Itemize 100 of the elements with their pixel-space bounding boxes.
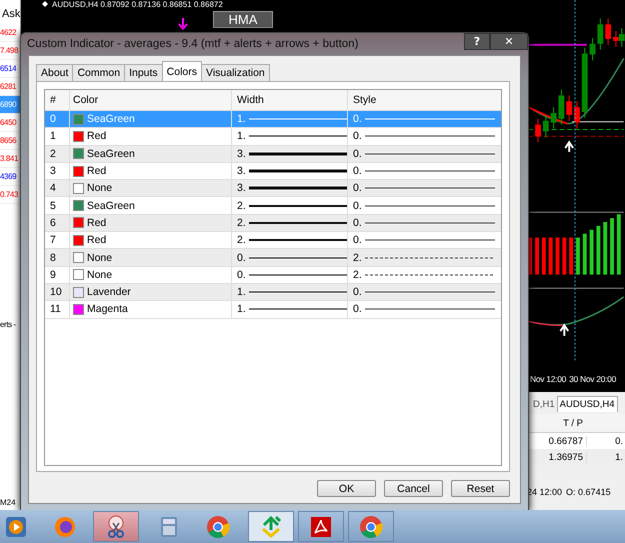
down-arrow-icon	[178, 18, 188, 30]
chart-tab[interactable]: AUDUSD,H4	[556, 396, 618, 412]
help-button[interactable]: ?	[464, 33, 490, 50]
style-value: 0.	[353, 113, 362, 126]
style-value: 2.	[353, 252, 362, 264]
width-value: 3.	[237, 148, 246, 160]
index-cell-text: 6	[49, 216, 57, 231]
panel-text: erts -	[0, 320, 16, 329]
style-value: 0.	[353, 216, 362, 229]
candle	[582, 47, 588, 118]
taskbar-button[interactable]	[348, 511, 394, 542]
taskbar-button[interactable]	[248, 511, 294, 542]
color-name: Red	[87, 130, 106, 142]
histogram-bar	[556, 238, 560, 275]
table-row[interactable]: 8 None 0. 2.	[45, 249, 501, 267]
up-arrow-icon	[559, 323, 570, 337]
histogram-bar	[582, 234, 587, 275]
table-row[interactable]: 6 Red 2. 0.	[45, 214, 501, 232]
index-cell-text: 5	[49, 198, 57, 214]
color-name: SeaGreen	[87, 113, 135, 126]
candle	[542, 114, 549, 138]
style-value: 0.	[353, 165, 362, 178]
width-value: 1.	[237, 113, 246, 126]
time-label: 30 Nov 20:00	[569, 374, 616, 384]
histogram-bar	[596, 226, 600, 275]
browser-icon[interactable]	[53, 515, 77, 539]
column-header: Width	[231, 90, 347, 110]
style-value: 0.	[353, 234, 362, 246]
histogram-bar	[548, 238, 553, 275]
table-cell-text: 1.36975	[548, 452, 584, 462]
width-value: 3.	[237, 182, 246, 194]
width-value: 2.	[237, 200, 246, 212]
style-value: 0.	[353, 286, 362, 298]
style-value: 0.	[353, 303, 362, 316]
chrome-icon	[359, 514, 383, 538]
candle	[597, 18, 604, 50]
candle	[535, 118, 541, 143]
color-name: None	[87, 252, 112, 264]
tab[interactable]: Common	[72, 64, 126, 81]
column-header: Style	[347, 90, 501, 110]
width-value: 0.	[237, 252, 246, 264]
tab[interactable]: Visualization	[201, 64, 270, 81]
index-cell-text: 0	[49, 112, 57, 128]
media-player-icon[interactable]	[4, 515, 28, 539]
color-name: Lavender	[87, 286, 131, 298]
color-name: SeaGreen	[87, 148, 135, 160]
hma-button[interactable]: HMA	[213, 11, 273, 28]
width-value: 0.	[237, 268, 246, 281]
time-label: Nov 12:00	[530, 374, 566, 384]
trading-app-icon	[259, 514, 283, 538]
up-arrow-icon	[564, 140, 574, 153]
histogram-bar	[542, 238, 546, 275]
tab[interactable]: Colors	[162, 61, 202, 81]
indicator-level-line	[528, 44, 587, 46]
taskbar-button[interactable]	[298, 511, 344, 542]
index-cell-text: 3	[49, 164, 57, 180]
candle	[574, 100, 580, 130]
index-cell-text: 9	[49, 268, 57, 283]
tab[interactable]: About	[36, 64, 74, 81]
color-name: Red	[87, 216, 106, 229]
price-level-line	[572, 121, 624, 122]
width-value: 1.	[237, 286, 246, 298]
candle	[566, 94, 572, 122]
chrome-icon[interactable]	[206, 515, 230, 539]
status-text: O: 0.67415	[566, 487, 611, 497]
column-header: #	[49, 93, 57, 108]
table-row[interactable]: 2 SeaGreen 3. 0.	[45, 146, 501, 163]
dialog-button[interactable]: OK	[317, 480, 376, 497]
histogram-bar	[576, 238, 580, 275]
index-cell-text: 4	[49, 181, 57, 196]
dialog-button[interactable]: Cancel	[384, 480, 443, 497]
table-row[interactable]: 4 None 3. 0.	[45, 180, 501, 198]
width-value: 2.	[237, 216, 246, 229]
histogram-bar	[569, 238, 574, 275]
index-cell-text: 10	[49, 285, 63, 300]
histogram-bar	[535, 238, 539, 275]
close-button[interactable]: ✕	[490, 33, 528, 50]
dialog-button[interactable]: Reset	[451, 480, 510, 497]
histogram-bar	[616, 214, 621, 275]
tab[interactable]: Inputs	[124, 64, 163, 81]
table-cell-text: 0.66787	[548, 436, 584, 446]
chart-header: AUDUSD,H4 0.87092 0.87136 0.86851 0.86872	[52, 0, 223, 9]
style-value: 0.	[353, 200, 362, 212]
column-header: Color	[69, 90, 231, 110]
table-row[interactable]: 10 Lavender 1. 0.	[45, 284, 501, 302]
table-row[interactable]: 11 Magenta 1. 0.	[45, 301, 501, 319]
color-name: None	[87, 182, 112, 194]
color-name: None	[87, 268, 112, 281]
chart-tab[interactable]: D,H1	[531, 397, 557, 412]
width-value: 3.	[237, 165, 246, 178]
index-cell-text: 11	[49, 302, 62, 318]
color-name: Red	[87, 165, 106, 178]
pdf-icon	[309, 514, 333, 538]
style-value: 0.	[353, 148, 362, 160]
table-cell: 0.	[586, 436, 625, 446]
taskbar-button[interactable]	[93, 511, 139, 542]
style-value: 0.	[353, 182, 362, 194]
histogram-bar	[590, 230, 594, 275]
column-header: Ask	[2, 8, 20, 20]
color-name: SeaGreen	[87, 200, 135, 212]
